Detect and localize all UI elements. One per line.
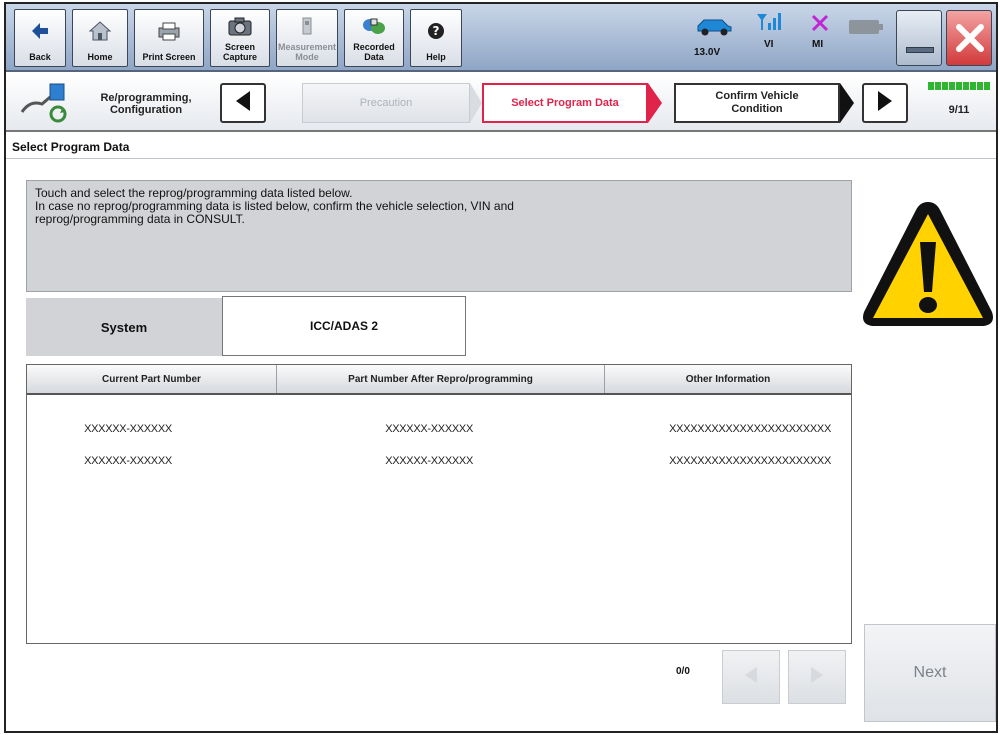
voltage-readout: 13.0V bbox=[694, 47, 721, 58]
minimize-icon bbox=[906, 47, 934, 53]
top-toolbar: Back Home Print Screen Screen Capture Me… bbox=[6, 4, 996, 72]
measurement-mode-button[interactable]: Measurement Mode bbox=[276, 9, 338, 67]
column-other-information: Other Information bbox=[685, 373, 771, 385]
title-divider bbox=[6, 158, 996, 159]
measurement-icon bbox=[297, 10, 317, 42]
close-icon bbox=[953, 21, 987, 60]
reprogramming-icon bbox=[16, 82, 70, 129]
recorded-data-button[interactable]: Recorded Data bbox=[344, 9, 404, 67]
arrow-left-icon bbox=[233, 89, 253, 118]
battery-icon bbox=[848, 19, 884, 40]
column-current-part-number: Current Part Number bbox=[27, 365, 277, 393]
signal-icon bbox=[754, 11, 782, 38]
warning-icon bbox=[858, 194, 996, 344]
step-select-program-data: Select Program Data bbox=[482, 83, 648, 123]
next-step-button[interactable] bbox=[862, 83, 908, 123]
arrow-right-icon bbox=[875, 89, 895, 118]
camera-icon bbox=[226, 10, 254, 42]
current-part-number-cell: XXXXXX-XXXXXX bbox=[84, 423, 172, 435]
step-precaution: Precaution bbox=[302, 83, 470, 123]
step-chevron bbox=[470, 83, 482, 128]
table-header: Current Part Number Part Number After Re… bbox=[27, 365, 851, 395]
current-part-number-cell: XXXXXX-XXXXXX bbox=[84, 455, 172, 467]
page-previous-button[interactable] bbox=[722, 650, 780, 704]
next-button[interactable]: Next bbox=[864, 624, 996, 722]
home-button[interactable]: Home bbox=[72, 9, 128, 67]
system-value: ICC/ADAS 2 bbox=[222, 296, 466, 356]
step-counter: 9/11 bbox=[948, 104, 970, 116]
previous-step-button[interactable] bbox=[220, 83, 266, 123]
page-count: 0/0 bbox=[676, 666, 690, 677]
progress-bar bbox=[928, 82, 990, 90]
help-button[interactable]: ? Help bbox=[410, 9, 462, 67]
back-button[interactable]: Back bbox=[14, 9, 66, 67]
app-window: Back Home Print Screen Screen Capture Me… bbox=[4, 2, 998, 733]
table-row[interactable]: XXXXXX-XXXXXX XXXXXX-XXXXXX XXXXXXXXXXXX… bbox=[27, 447, 851, 475]
minimize-button[interactable] bbox=[896, 10, 942, 66]
system-label: System bbox=[26, 298, 222, 356]
recorded-data-icon bbox=[360, 10, 388, 42]
mi-status: MI bbox=[812, 39, 824, 50]
back-arrow-icon bbox=[29, 10, 51, 52]
current-step-chevron bbox=[648, 83, 662, 128]
home-icon bbox=[88, 10, 112, 52]
svg-text:?: ? bbox=[433, 24, 440, 38]
close-button[interactable] bbox=[946, 10, 992, 66]
mi-disconnected-icon bbox=[810, 13, 830, 38]
column-part-number-after: Part Number After Repro/programming bbox=[277, 365, 605, 393]
breadcrumb-title: Re/programming, Configuration bbox=[100, 92, 192, 116]
other-information-cell: XXXXXXXXXXXXXXXXXXXXXXX bbox=[669, 455, 831, 467]
printer-icon bbox=[156, 10, 182, 52]
arrow-left-icon bbox=[743, 665, 759, 690]
page-next-button[interactable] bbox=[788, 650, 846, 704]
arrow-right-icon bbox=[809, 665, 825, 690]
step-navigation: Re/programming, Configuration Precaution… bbox=[6, 74, 996, 132]
table-row[interactable]: XXXXXX-XXXXXX XXXXXX-XXXXXX XXXXXXXXXXXX… bbox=[27, 415, 851, 443]
new-part-number-cell: XXXXXX-XXXXXX bbox=[385, 455, 473, 467]
program-data-table: Current Part Number Part Number After Re… bbox=[26, 364, 852, 644]
vehicle-status: 13.0V VI MI bbox=[682, 9, 892, 67]
instruction-message: Touch and select the reprog/programming … bbox=[26, 180, 852, 292]
screen-capture-button[interactable]: Screen Capture bbox=[210, 9, 270, 67]
vi-status: VI bbox=[764, 39, 774, 50]
next-step-chevron bbox=[840, 83, 854, 128]
car-icon bbox=[694, 15, 734, 42]
help-icon: ? bbox=[425, 10, 447, 52]
other-information-cell: XXXXXXXXXXXXXXXXXXXXXXX bbox=[669, 423, 831, 435]
step-confirm-vehicle-condition: Confirm Vehicle Condition bbox=[674, 83, 840, 123]
new-part-number-cell: XXXXXX-XXXXXX bbox=[385, 423, 473, 435]
step-progress: 9/11 bbox=[928, 82, 990, 124]
print-screen-button[interactable]: Print Screen bbox=[134, 9, 204, 67]
page-title: Select Program Data bbox=[12, 140, 130, 154]
